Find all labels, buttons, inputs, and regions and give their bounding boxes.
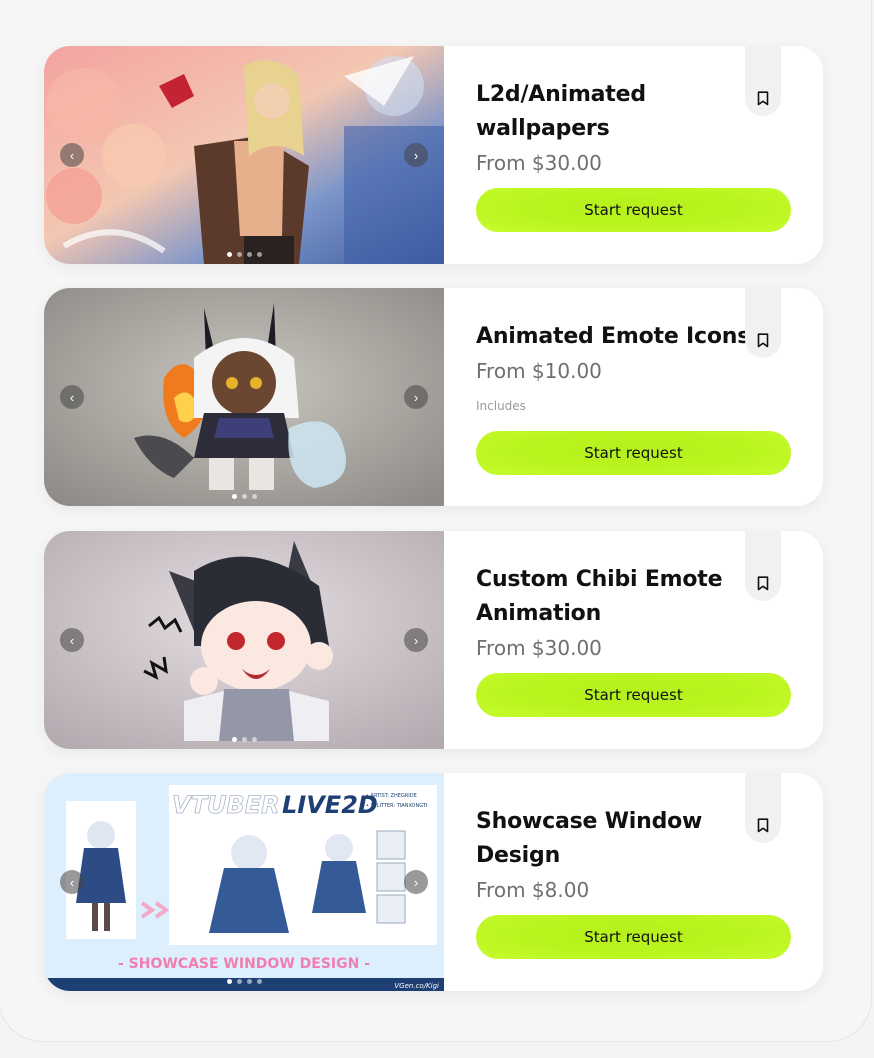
- carousel-prev-button[interactable]: ‹: [60, 870, 84, 894]
- chevron-right-icon: ›: [413, 874, 419, 890]
- service-card: ‹ › L2d/Animated wallpapers From $30.00 …: [44, 46, 823, 264]
- showcase-splitter: • SPLITTER: TIANXONGTI: [366, 803, 427, 809]
- card-image: [44, 531, 444, 749]
- service-price: From $30.00: [476, 151, 602, 175]
- showcase-artist: • ARTIST: ZHEGRIDE: [366, 793, 417, 799]
- carousel-next-button[interactable]: ›: [404, 628, 428, 652]
- carousel-prev-button[interactable]: ‹: [60, 628, 84, 652]
- start-request-button[interactable]: Start request: [476, 431, 791, 475]
- chevron-left-icon: ‹: [69, 147, 75, 163]
- bookmark-button[interactable]: [745, 288, 781, 358]
- bookmark-icon: [757, 818, 769, 833]
- carousel-next-button[interactable]: ›: [404, 385, 428, 409]
- bookmark-icon: [757, 333, 769, 348]
- service-card: ‹ › Custom Chibi Emote Animation From $3…: [44, 531, 823, 749]
- carousel-dot[interactable]: [246, 979, 252, 984]
- includes-label: Includes: [476, 399, 526, 413]
- carousel-dots: [44, 494, 444, 499]
- carousel-dot[interactable]: [241, 737, 247, 742]
- card-details: Animated Emote Icons From $10.00 Include…: [444, 288, 823, 506]
- bookmark-button[interactable]: [745, 773, 781, 843]
- chevron-left-icon: ‹: [69, 874, 75, 890]
- chevron-right-icon: ›: [413, 147, 419, 163]
- carousel-dot[interactable]: [231, 494, 237, 499]
- carousel-next-button[interactable]: ›: [404, 143, 428, 167]
- card-details: L2d/Animated wallpapers From $30.00 Star…: [444, 46, 823, 264]
- service-title[interactable]: Animated Emote Icons: [476, 320, 756, 354]
- card-image: [44, 288, 444, 506]
- showcase-heading-right: LIVE2D: [282, 791, 378, 819]
- carousel-dot[interactable]: [231, 737, 237, 742]
- card-image-carousel[interactable]: VTUBER LIVE2D • ARTIST: ZHEGRIDE • SPLIT…: [44, 773, 444, 991]
- service-price: From $30.00: [476, 636, 602, 660]
- carousel-dots: [44, 979, 444, 984]
- carousel-dots: [44, 252, 444, 257]
- carousel-dot[interactable]: [251, 737, 257, 742]
- carousel-dot[interactable]: [256, 252, 262, 257]
- card-image-carousel[interactable]: ‹ ›: [44, 288, 444, 506]
- service-card: ‹ › Animated Emote Icons From $10.00 Inc…: [44, 288, 823, 506]
- service-card: VTUBER LIVE2D • ARTIST: ZHEGRIDE • SPLIT…: [44, 773, 823, 991]
- bookmark-icon: [757, 91, 769, 106]
- service-title[interactable]: Custom Chibi Emote Animation: [476, 563, 741, 631]
- start-request-button[interactable]: Start request: [476, 673, 791, 717]
- carousel-dots: [44, 737, 444, 742]
- carousel-dot[interactable]: [236, 252, 242, 257]
- showcase-heading-left: VTUBER: [172, 791, 280, 819]
- carousel-next-button[interactable]: ›: [404, 870, 428, 894]
- carousel-dot[interactable]: [241, 494, 247, 499]
- chevron-right-icon: ›: [413, 632, 419, 648]
- card-details: Showcase Window Design From $8.00 Start …: [444, 773, 823, 991]
- service-title[interactable]: L2d/Animated wallpapers: [476, 78, 741, 146]
- showcase-banner: - SHOWCASE WINDOW DESIGN -: [118, 956, 370, 972]
- carousel-dot[interactable]: [236, 979, 242, 984]
- service-price: From $10.00: [476, 359, 602, 383]
- service-title[interactable]: Showcase Window Design: [476, 805, 741, 873]
- bookmark-button[interactable]: [745, 46, 781, 116]
- carousel-prev-button[interactable]: ‹: [60, 143, 84, 167]
- bookmark-icon: [757, 576, 769, 591]
- card-details: Custom Chibi Emote Animation From $30.00…: [444, 531, 823, 749]
- card-image: [44, 46, 444, 264]
- carousel-dot[interactable]: [251, 494, 257, 499]
- carousel-dot[interactable]: [246, 252, 252, 257]
- carousel-dot[interactable]: [256, 979, 262, 984]
- card-image-carousel[interactable]: ‹ ›: [44, 531, 444, 749]
- carousel-dot[interactable]: [226, 979, 232, 984]
- bookmark-button[interactable]: [745, 531, 781, 601]
- chevron-left-icon: ‹: [69, 389, 75, 405]
- card-image: VTUBER LIVE2D • ARTIST: ZHEGRIDE • SPLIT…: [44, 773, 444, 991]
- carousel-dot[interactable]: [226, 252, 232, 257]
- start-request-button[interactable]: Start request: [476, 915, 791, 959]
- chevron-right-icon: ›: [413, 389, 419, 405]
- start-request-button[interactable]: Start request: [476, 188, 791, 232]
- card-image-carousel[interactable]: ‹ ›: [44, 46, 444, 264]
- service-price: From $8.00: [476, 878, 590, 902]
- carousel-prev-button[interactable]: ‹: [60, 385, 84, 409]
- chevron-left-icon: ‹: [69, 632, 75, 648]
